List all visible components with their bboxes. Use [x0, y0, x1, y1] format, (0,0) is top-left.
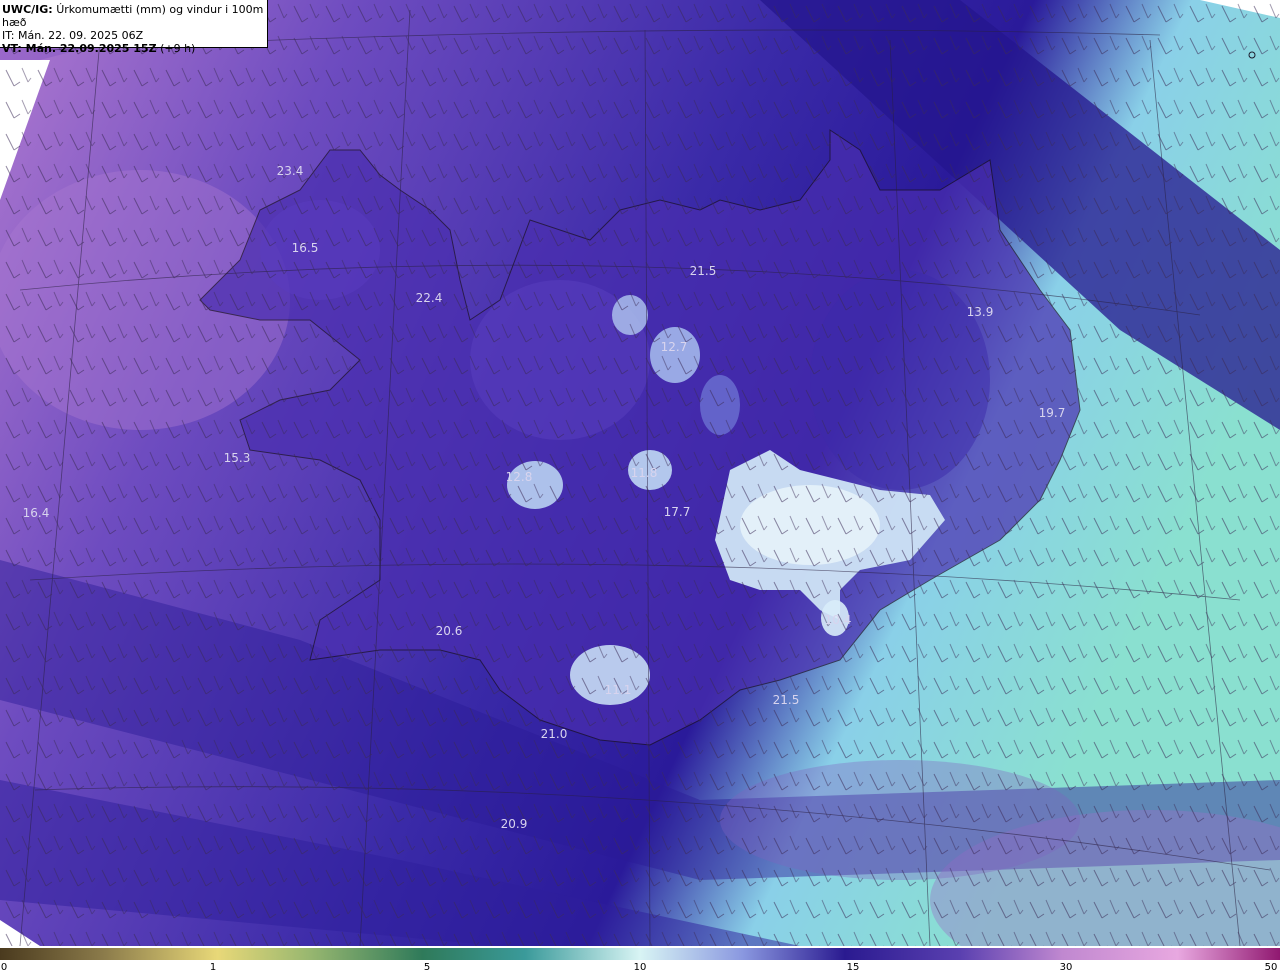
colorbar-tick: 10	[633, 962, 647, 973]
forecast-lead: (+9 h)	[160, 42, 196, 55]
colorbar-tick: 50	[1264, 962, 1278, 973]
value-label: 21.0	[540, 727, 568, 741]
value-label: 16.4	[22, 506, 50, 520]
value-label: 19.7	[1038, 406, 1066, 420]
value-label: 21.5	[772, 693, 800, 707]
value-label: 11.8	[630, 466, 658, 480]
value-label: 23.4	[276, 164, 304, 178]
product-code: UWC/IG:	[2, 3, 53, 16]
colorbar-ticks: 0 1 5 10 15 30 50	[0, 960, 1280, 978]
init-time: IT: Mán. 22. 09. 2025 06Z	[2, 29, 144, 42]
colorbar-tick: 1	[209, 962, 217, 973]
colorbar	[0, 948, 1280, 960]
colorbar-tick: 15	[846, 962, 860, 973]
value-label: 20.9	[500, 817, 528, 831]
value-label: 21.5	[689, 264, 717, 278]
value-label: 13.9	[966, 305, 994, 319]
value-label: 20.6	[435, 624, 463, 638]
colorbar-tick: 30	[1059, 962, 1073, 973]
colorbar-tick: 5	[423, 962, 431, 973]
colorbar-tick: 0	[0, 962, 8, 973]
value-label: 15.3	[223, 451, 251, 465]
value-label: 10.4	[824, 613, 852, 627]
value-label: 22.4	[415, 291, 443, 305]
valid-time: VT: Mán. 22.09.2025 15Z	[2, 42, 157, 55]
value-label: 12.8	[505, 470, 533, 484]
value-label: 11.1	[604, 683, 632, 697]
value-label: 17.7	[663, 505, 691, 519]
map-header: UWC/IG: Úrkomumætti (mm) og vindur i 100…	[0, 0, 268, 55]
value-label: 12.7	[660, 340, 688, 354]
value-label: 16.5	[291, 241, 319, 255]
